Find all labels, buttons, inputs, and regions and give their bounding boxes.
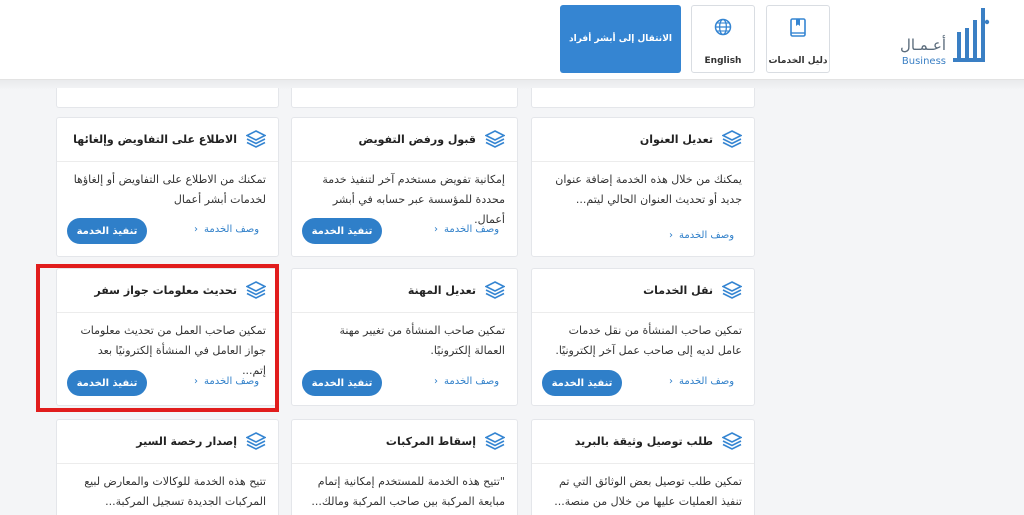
logo-arabic-text: أعـمـال	[899, 36, 946, 54]
highlight-box	[36, 264, 279, 412]
chevron-left-icon: ‹	[434, 376, 438, 387]
card-title: الاطلاع على التفاويض وإلغائها	[73, 118, 266, 160]
divider	[532, 161, 754, 162]
chevron-left-icon: ‹	[194, 224, 198, 235]
layers-icon	[722, 432, 742, 450]
execute-service-button[interactable]: تنفيذ الخدمة	[302, 218, 382, 244]
globe-icon	[714, 18, 732, 36]
divider	[532, 312, 754, 313]
book-icon	[790, 18, 806, 37]
card-title-text: إسقاط المركبات	[385, 434, 476, 448]
logo-english-text: Business	[901, 56, 946, 67]
card-title-text: إصدار رخصة السير	[136, 434, 237, 448]
top-header: أعـمـال Business دليل الخدمات English ال…	[0, 0, 1024, 80]
services-guide-label: دليل الخدمات	[768, 56, 828, 66]
divider	[57, 463, 278, 464]
execute-service-button[interactable]: تنفيذ الخدمة	[542, 370, 622, 396]
execute-service-button[interactable]: تنفيذ الخدمة	[302, 370, 382, 396]
services-guide-button[interactable]: دليل الخدمات	[766, 5, 830, 73]
layers-icon	[722, 281, 742, 299]
service-card-update-address: تعديل العنوان يمكنك من خلال هذه الخدمة إ…	[531, 117, 755, 257]
card-title: قبول ورفض التفويض	[358, 118, 505, 160]
card-title-text: نقل الخدمات	[643, 283, 713, 297]
english-language-button[interactable]: English	[691, 5, 755, 73]
service-description-link[interactable]: وصف الخدمة ‹	[669, 376, 734, 387]
card-title-text: الاطلاع على التفاويض وإلغائها	[73, 132, 237, 146]
card-strip	[291, 88, 518, 108]
layers-icon	[722, 130, 742, 148]
card-description: تمكين صاحب المنشأة من نقل خدمات عامل لدي…	[555, 324, 742, 357]
chevron-left-icon: ‹	[669, 376, 673, 387]
divider	[532, 463, 754, 464]
chevron-left-icon: ‹	[434, 224, 438, 235]
go-to-absher-individuals-button[interactable]: الانتقال إلى أبشر أفراد	[560, 5, 681, 73]
layers-icon	[246, 130, 266, 148]
layers-icon	[485, 130, 505, 148]
service-card-accept-reject-delegation: قبول ورفض التفويض إمكانية تفويض مستخدم آ…	[291, 117, 518, 257]
service-description-link[interactable]: وصف الخدمة ‹	[434, 376, 499, 387]
card-title-text: طلب توصيل وثيقة بالبريد	[574, 434, 713, 448]
card-title: تعديل العنوان	[640, 118, 742, 160]
layers-icon	[485, 281, 505, 299]
link-text: وصف الخدمة	[679, 230, 735, 241]
layers-icon	[246, 432, 266, 450]
card-description: تمكين صاحب المنشأة من تغيير مهنة العمالة…	[339, 324, 506, 357]
service-description-link[interactable]: وصف الخدمة ‹	[669, 230, 734, 241]
card-description: تمكنك من الاطلاع على التفاويض أو إلغاؤها…	[73, 173, 266, 206]
card-title-text: قبول ورفض التفويض	[358, 132, 476, 146]
layers-icon	[485, 432, 505, 450]
divider	[292, 161, 517, 162]
card-title: إسقاط المركبات	[386, 420, 505, 462]
card-title-text: تعديل العنوان	[639, 132, 713, 146]
service-card-issue-vehicle-license: إصدار رخصة السير تتيح هذه الخدمة للوكالا…	[56, 419, 279, 515]
card-title: إصدار رخصة السير	[136, 420, 266, 462]
service-card-mail-document-delivery: طلب توصيل وثيقة بالبريد تمكين طلب توصيل …	[531, 419, 755, 515]
service-card-vehicle-drop: إسقاط المركبات "تتيح هذه الخدمة للمستخدم…	[291, 419, 518, 515]
english-label: English	[704, 56, 742, 66]
link-text: وصف الخدمة	[444, 224, 500, 235]
service-card-transfer-services: نقل الخدمات تمكين صاحب المنشأة من نقل خد…	[531, 268, 755, 406]
card-title: طلب توصيل وثيقة بالبريد	[575, 420, 742, 462]
card-description: يمكنك من خلال هذه الخدمة إضافة عنوان جدي…	[555, 173, 742, 206]
divider	[57, 161, 278, 162]
link-text: وصف الخدمة	[679, 376, 735, 387]
divider	[292, 463, 517, 464]
card-title: نقل الخدمات	[643, 269, 742, 311]
card-strip	[531, 88, 755, 108]
card-description: "تتيح هذه الخدمة للمستخدم إمكانية إتمام …	[311, 475, 505, 508]
card-title-text: تعديل المهنة	[407, 283, 476, 297]
service-card-view-cancel-delegations: الاطلاع على التفاويض وإلغائها تمكنك من ا…	[56, 117, 279, 257]
service-description-link[interactable]: وصف الخدمة ‹	[434, 224, 499, 235]
service-card-modify-profession: تعديل المهنة تمكين صاحب المنشأة من تغيير…	[291, 268, 518, 406]
absher-logo-mark-icon	[953, 8, 990, 62]
link-text: وصف الخدمة	[444, 376, 500, 387]
service-description-link[interactable]: وصف الخدمة ‹	[194, 224, 259, 235]
link-text: وصف الخدمة	[204, 224, 260, 235]
divider	[292, 312, 517, 313]
chevron-left-icon: ‹	[669, 230, 673, 241]
card-description: تتيح هذه الخدمة للوكالات والمعارض لبيع ا…	[84, 475, 266, 508]
execute-service-button[interactable]: تنفيذ الخدمة	[67, 218, 147, 244]
card-strip	[56, 88, 279, 108]
card-description: تمكين طلب توصيل بعض الوثائق التي تم تنفي…	[554, 475, 742, 508]
card-title: تعديل المهنة	[408, 269, 505, 311]
absher-business-logo[interactable]: أعـمـال Business	[880, 6, 990, 68]
